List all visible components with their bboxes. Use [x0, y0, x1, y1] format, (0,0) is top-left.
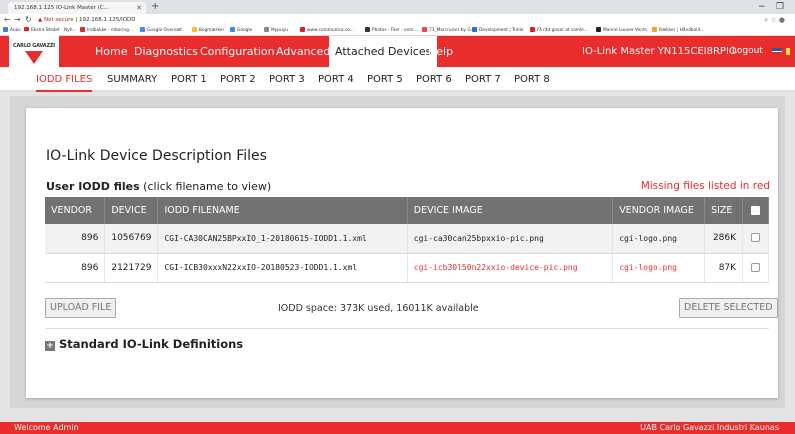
main-nav: CARLO GAVAZZI Home Diagnostics Configura…: [0, 31, 795, 67]
expand-plus-icon: +: [45, 341, 55, 351]
row-checkbox[interactable]: [742, 253, 769, 283]
nav-home[interactable]: Home: [95, 36, 127, 67]
address-bar: ← → ↻ ▲ Not secure | 192.168.1.125/IODD …: [0, 14, 795, 26]
logo-text: CARLO GAVAZZI: [13, 43, 55, 49]
table-row: 896 2121729 CGI-ICB30xxxN22xxIO-20180523…: [45, 253, 769, 283]
standard-definitions-toggle[interactable]: + Standard IO-Link Definitions: [45, 337, 243, 351]
col-iodd-filename: IODD FILENAME: [157, 197, 408, 224]
col-vendor: VENDOR: [45, 197, 106, 224]
back-icon[interactable]: ←: [4, 14, 11, 26]
close-icon[interactable]: ✕: [136, 2, 142, 14]
url-field[interactable]: ▲ Not secure | 192.168.1.125/IODD: [38, 14, 136, 26]
us-flag-icon[interactable]: [772, 48, 782, 55]
tab-port-6[interactable]: PORT 6: [416, 67, 452, 92]
iodd-space-text: IODD space: 373K used, 16011K available: [278, 303, 479, 314]
logout-link[interactable]: Logout: [732, 36, 763, 67]
restore-icon[interactable]: ❐: [776, 0, 784, 14]
tab-port-3[interactable]: PORT 3: [269, 67, 305, 92]
browser-tab-bar: 192.168.1.125 IO-Link Master (C... ✕ + −…: [0, 0, 795, 14]
cell-vendor: 896: [45, 253, 106, 283]
cell-device-image-missing: cgi-icb30l50n22xxio-device-pic.png: [407, 253, 614, 283]
select-all-checkbox[interactable]: [742, 197, 769, 224]
bookmark-item[interactable]: Mypuyu: [264, 26, 288, 36]
security-warning: Not secure: [43, 17, 74, 23]
welcome-text: Welcome Admin: [14, 423, 79, 432]
tab-port-2[interactable]: PORT 2: [220, 67, 256, 92]
col-vendor-image: VENDOR IMAGE: [612, 197, 706, 224]
tab-port-8[interactable]: PORT 8: [514, 67, 550, 92]
logo[interactable]: CARLO GAVAZZI: [9, 31, 59, 67]
user-files-heading: User IODD files (click filename to view): [46, 180, 272, 193]
browser-tab[interactable]: 192.168.1.125 IO-Link Master (C... ✕: [8, 2, 146, 14]
bookmark-item[interactable]: Indbakke - mbering...: [80, 26, 133, 36]
nav-advanced[interactable]: Advanced: [276, 36, 330, 67]
missing-files-note: Missing files listed in red: [640, 180, 770, 192]
flag-icon[interactable]: [786, 48, 790, 55]
new-tab-icon[interactable]: +: [151, 1, 159, 13]
nav-configuration[interactable]: Configuration: [200, 36, 275, 67]
bookmark-item[interactable]: Google Oversæt: [140, 26, 182, 36]
company-text: UAB Carlo Gavazzi Industri Kaunas: [640, 423, 779, 432]
divider: [45, 328, 769, 329]
nav-attached-devices[interactable]: Attached Devices: [329, 36, 438, 67]
bookmark-item[interactable]: Development | Trello: [472, 26, 523, 36]
bookmarks-bar: Apps Ekstra Bladet - Nyh... Indbakke - m…: [0, 26, 795, 36]
zoom-icon[interactable]: ⌕ ☆ ●: [764, 14, 785, 26]
tab-iodd-files[interactable]: IODD FILES: [36, 67, 93, 92]
master-name: IO-Link Master YN115CEI8RPIO: [582, 46, 737, 57]
page-title: IO-Link Device Description Files: [46, 148, 267, 164]
upload-file-button[interactable]: UPLOAD FILE: [45, 298, 117, 318]
bookmark-item[interactable]: Bogmærker: [192, 26, 224, 36]
delete-selected-button[interactable]: DELETE SELECTED: [679, 298, 778, 318]
tab-port-1[interactable]: PORT 1: [171, 67, 207, 92]
cell-vendor-image: cgi-logo.png: [612, 224, 706, 254]
bookmark-item[interactable]: Google: [230, 26, 252, 36]
tab-port-5[interactable]: PORT 5: [367, 67, 403, 92]
iodd-table: VENDOR DEVICE IODD FILENAME DEVICE IMAGE…: [45, 197, 769, 283]
cell-vendor: 896: [45, 224, 106, 254]
nav-diagnostics[interactable]: Diagnostics: [134, 36, 198, 67]
bookmark-item[interactable]: 73_Mercruiser by G...: [422, 26, 475, 36]
cell-device: 2121729: [104, 253, 159, 283]
col-device: DEVICE: [104, 197, 159, 224]
minimize-icon[interactable]: −: [758, 0, 766, 14]
sub-nav: IODD FILES SUMMARY PORT 1 PORT 2 PORT 3 …: [0, 67, 795, 92]
bookmark-item[interactable]: Rækker | Håndbold...: [652, 26, 704, 36]
app-header: CARLO GAVAZZI Home Diagnostics Configura…: [0, 31, 795, 92]
cell-vendor-image-missing: cgi-logo.png: [612, 253, 706, 283]
cell-size: 286K: [704, 224, 744, 254]
cell-size: 87K: [704, 253, 744, 283]
col-device-image: DEVICE IMAGE: [407, 197, 614, 224]
tab-port-7[interactable]: PORT 7: [465, 67, 501, 92]
nav-help[interactable]: Help: [428, 36, 453, 67]
cell-device: 1056769: [104, 224, 159, 254]
iodd-filename-link[interactable]: CGI-ICB30xxxN22xxIO-20180523-IODD1.1.xml: [157, 253, 408, 283]
bookmark-item[interactable]: www.communica.co...: [300, 26, 354, 36]
row-checkbox[interactable]: [742, 224, 769, 254]
footer: Welcome Admin UAB Carlo Gavazzi Industri…: [0, 422, 795, 434]
tab-port-4[interactable]: PORT 4: [318, 67, 354, 92]
logo-triangle-icon: [25, 51, 43, 64]
table-row: 896 1056769 CGI-CA30CAN25BPxxIO_1-201806…: [45, 224, 769, 254]
iodd-filename-link[interactable]: CGI-CA30CAN25BPxxIO_1-20180615-IODD1.1.x…: [157, 224, 408, 254]
url-text: 192.168.1.125/IODD: [79, 17, 136, 23]
reload-icon[interactable]: ↻: [25, 14, 32, 26]
table-header-row: VENDOR DEVICE IODD FILENAME DEVICE IMAGE…: [45, 197, 769, 224]
tab-summary[interactable]: SUMMARY: [107, 67, 157, 92]
tab-title: 192.168.1.125 IO-Link Master (C...: [14, 5, 109, 11]
iodd-panel: IO-Link Device Description Files User IO…: [26, 108, 778, 398]
cell-device-image: cgi-ca30can25bpxxio-pic.png: [407, 224, 614, 254]
col-size: SIZE: [704, 197, 744, 224]
bookmark-item[interactable]: Marine Louver Vents: [596, 26, 647, 36]
bookmark-item[interactable]: Photos - Filer - onm...: [365, 26, 418, 36]
bookmark-item[interactable]: Få råd gaver at samle...: [530, 26, 588, 36]
forward-icon[interactable]: →: [14, 14, 21, 26]
